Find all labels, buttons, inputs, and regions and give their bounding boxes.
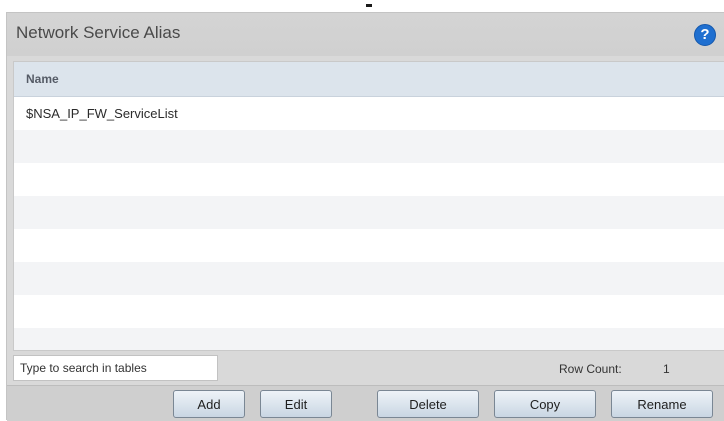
column-header-name[interactable]: Name xyxy=(26,72,59,86)
row-count-value: 1 xyxy=(663,362,670,376)
table-body: $NSA_IP_FW_ServiceList xyxy=(14,97,724,350)
alias-table: Name $NSA_IP_FW_ServiceList xyxy=(13,61,724,351)
copy-button[interactable]: Copy xyxy=(494,390,596,418)
top-marker xyxy=(366,4,372,7)
table-row[interactable]: $NSA_IP_FW_ServiceList xyxy=(14,97,724,130)
table-header: Name xyxy=(14,62,724,97)
table-row-empty xyxy=(14,328,724,350)
panel-title: Network Service Alias xyxy=(16,23,181,42)
table-row-empty xyxy=(14,130,724,163)
add-button[interactable]: Add xyxy=(173,390,245,418)
action-button-bar: Add Edit Delete Copy Rename xyxy=(7,385,724,421)
table-search-input[interactable] xyxy=(13,355,218,381)
screen-frame: Network Service Alias ? Name $NSA_IP_FW_… xyxy=(0,0,724,421)
table-footer: Row Count: 1 xyxy=(7,351,724,385)
name-cell: $NSA_IP_FW_ServiceList xyxy=(26,106,178,121)
table-row-empty xyxy=(14,262,724,295)
row-count-label: Row Count: xyxy=(559,362,622,376)
table-row-empty xyxy=(14,163,724,196)
delete-button[interactable]: Delete xyxy=(377,390,479,418)
panel-header: Network Service Alias ? xyxy=(7,13,724,56)
rename-button[interactable]: Rename xyxy=(611,390,713,418)
table-row-empty xyxy=(14,229,724,262)
network-service-alias-panel: Network Service Alias ? Name $NSA_IP_FW_… xyxy=(6,12,724,421)
table-row-empty xyxy=(14,196,724,229)
table-row-empty xyxy=(14,295,724,328)
edit-button[interactable]: Edit xyxy=(260,390,332,418)
help-icon[interactable]: ? xyxy=(694,24,716,46)
